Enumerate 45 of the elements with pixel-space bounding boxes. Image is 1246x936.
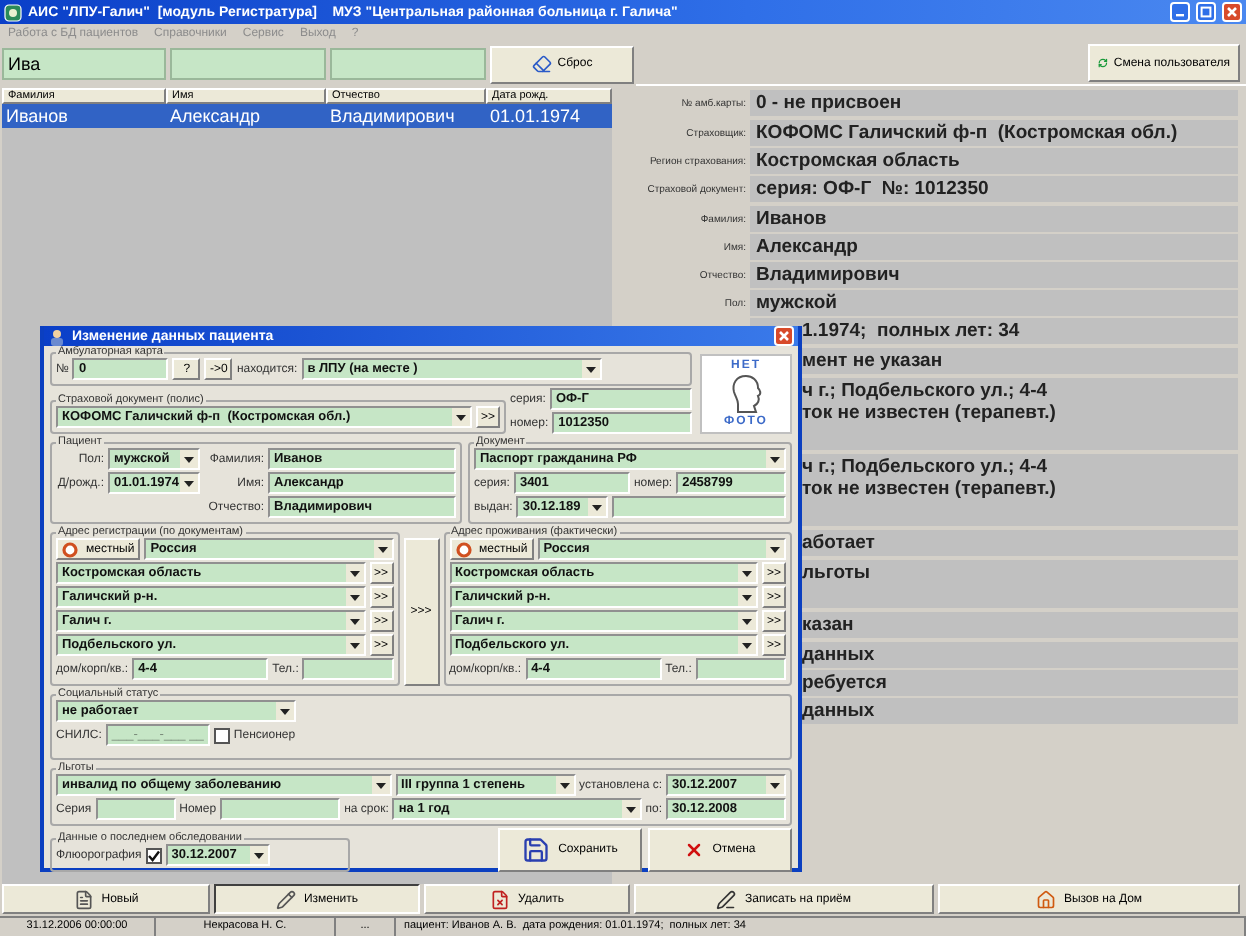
search-field[interactable]: Ива — [2, 48, 166, 80]
app-icon — [4, 3, 22, 21]
info-value: мужской — [750, 290, 1238, 316]
maximize-icon — [1200, 6, 1212, 18]
input-field[interactable] — [612, 496, 786, 518]
table-row[interactable]: Иванов Александр Владимирович 01.01.1974 — [2, 104, 612, 128]
circle-icon — [62, 541, 78, 557]
info-value: Александр — [750, 234, 1238, 260]
checkbox[interactable] — [145, 847, 162, 863]
info-value: Иванов — [750, 206, 1238, 232]
house-icon — [1035, 889, 1056, 909]
close-icon — [684, 840, 705, 860]
pen-icon — [716, 889, 737, 909]
close-icon — [1226, 6, 1238, 18]
table-cell-text: 01.01.1974 — [488, 104, 583, 128]
pencil-icon — [275, 889, 296, 909]
document-delete-icon — [490, 889, 511, 909]
search-field[interactable] — [170, 48, 326, 80]
table-cell-text: Александр — [168, 104, 263, 128]
info-value: КОФОМС Галичский ф-п (Костромская обл.) — [750, 120, 1238, 146]
maximize-button[interactable] — [1196, 2, 1216, 22]
input-field[interactable] — [302, 658, 393, 680]
eraser-icon — [531, 54, 552, 74]
table-cell-text: Иванов — [4, 104, 70, 128]
minimize-button[interactable] — [1170, 2, 1190, 22]
info-value: серия: ОФ-Г №: 1012350 — [750, 176, 1238, 202]
info-value: 0 - не присвоен — [750, 90, 1238, 116]
close-icon — [778, 330, 790, 342]
head-silhouette-icon — [728, 374, 764, 414]
checkbox[interactable] — [213, 727, 230, 743]
input-field[interactable] — [220, 798, 341, 820]
table-cell-text: Владимирович — [328, 104, 457, 128]
info-value: Владимирович — [750, 262, 1238, 288]
circle-icon — [455, 541, 471, 557]
checkmark-icon — [147, 849, 160, 861]
info-value: Костромская область — [750, 148, 1238, 174]
search-field[interactable] — [330, 48, 486, 80]
document-icon — [73, 889, 94, 909]
close-button[interactable] — [774, 326, 794, 346]
input-field[interactable] — [695, 658, 786, 680]
info-value: 1.1974; полных лет: 34 — [750, 318, 1238, 344]
input-field[interactable] — [95, 798, 176, 820]
patient-icon — [48, 327, 66, 345]
refresh-icon — [1098, 54, 1108, 72]
close-button[interactable] — [1222, 2, 1242, 22]
